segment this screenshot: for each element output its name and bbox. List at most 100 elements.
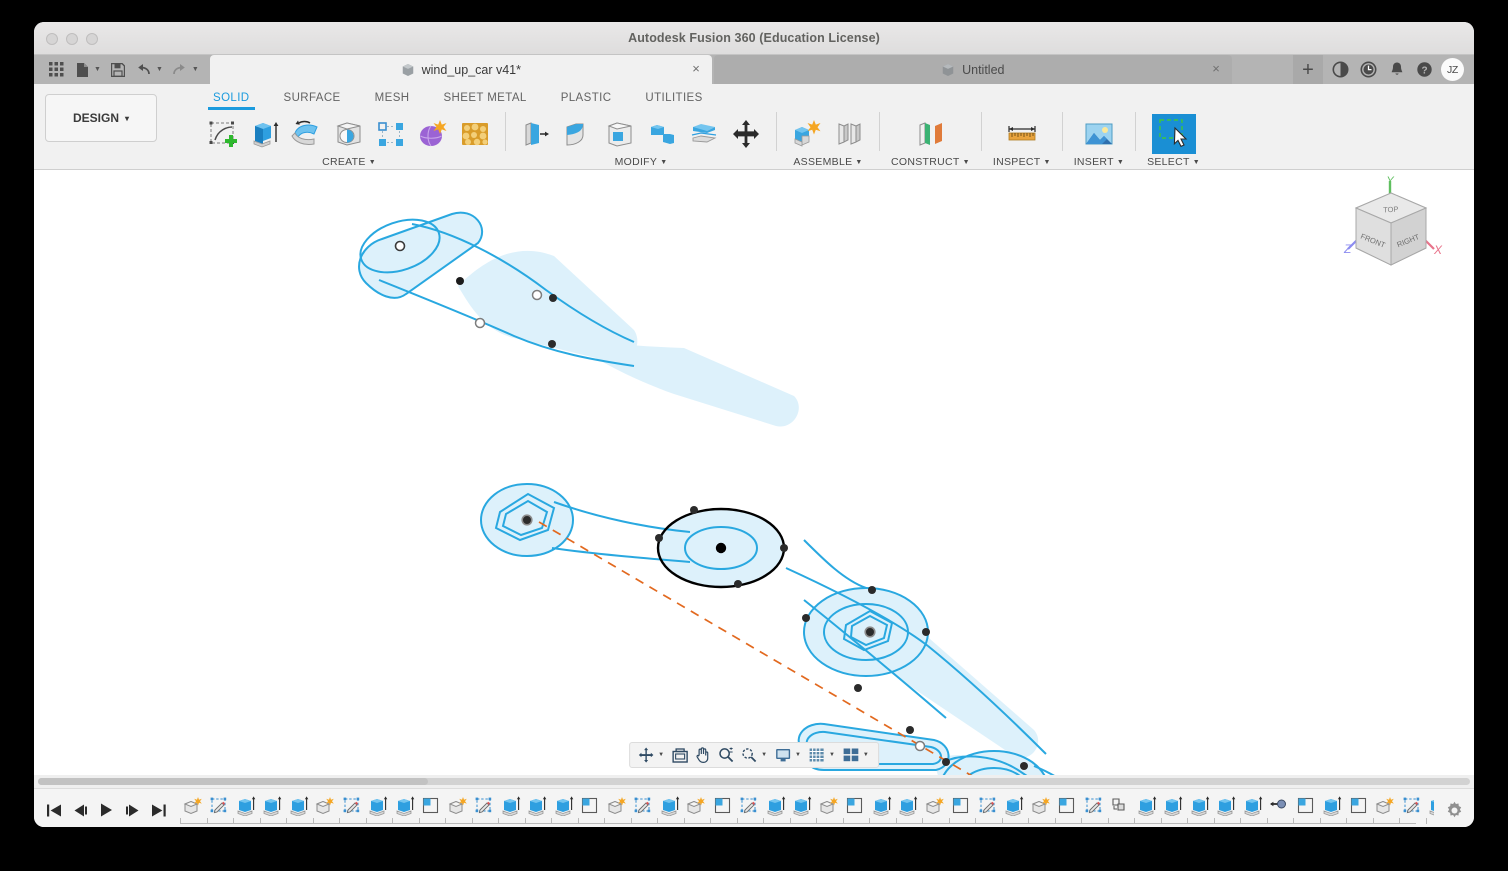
timeline-feature-extrude[interactable] (233, 790, 260, 820)
timeline-feature-joint[interactable] (1267, 790, 1294, 820)
fillet-icon[interactable] (559, 114, 597, 154)
new-tab-button[interactable]: + (1293, 55, 1323, 84)
redo-caret-icon[interactable]: ▼ (192, 66, 202, 73)
extrude-icon[interactable] (246, 114, 284, 154)
ribbon-tab-utilities[interactable]: UTILITIES (628, 84, 719, 110)
select-cursor-icon[interactable] (1151, 114, 1196, 154)
timeline-feature-sketch[interactable] (207, 790, 234, 820)
new-file-caret-icon[interactable]: ▼ (94, 66, 104, 73)
timeline-feature-new-component[interactable] (816, 790, 843, 820)
timeline-feature-combine[interactable] (1108, 790, 1135, 820)
pan-icon[interactable] (692, 744, 714, 766)
undo-icon[interactable] (132, 58, 156, 82)
viewports-caret-icon[interactable]: ▼ (863, 752, 873, 758)
timeline-feature-extrude[interactable] (896, 790, 923, 820)
zoom-icon[interactable] (715, 744, 737, 766)
timeline-feature-plane[interactable] (949, 790, 976, 820)
undo-caret-icon[interactable]: ▼ (156, 66, 166, 73)
timeline-feature-extrude[interactable] (1214, 790, 1241, 820)
timeline-horizontal-scrollbar[interactable] (34, 775, 1474, 788)
timeline-feature-new-component[interactable] (313, 790, 340, 820)
zoom-window-caret-icon[interactable]: ▼ (761, 752, 771, 758)
timeline-feature-extrude[interactable] (366, 790, 393, 820)
joint-icon[interactable] (830, 114, 868, 154)
display-settings-icon[interactable] (772, 744, 794, 766)
timeline-feature-sketch[interactable] (472, 790, 499, 820)
timeline-feature-new-component[interactable] (445, 790, 472, 820)
timeline-feature-extrude[interactable] (869, 790, 896, 820)
extensions-icon[interactable] (1329, 58, 1352, 81)
ribbon-group-label-create[interactable]: CREATE ▼ (322, 156, 376, 168)
timeline-feature-extrude[interactable] (551, 790, 578, 820)
timeline-feature-sketch[interactable] (1081, 790, 1108, 820)
go-to-beginning-icon[interactable] (46, 802, 62, 818)
hole-icon[interactable] (330, 114, 368, 154)
modeling-canvas[interactable]: Y Z X TOP FRONT RIGHT ▼ ▼ ▼ ▼ ▼ (34, 170, 1474, 775)
job-status-icon[interactable] (1357, 58, 1380, 81)
insert-image-icon[interactable] (1080, 114, 1118, 154)
timeline-feature-plane[interactable] (1293, 790, 1320, 820)
orbit-caret-icon[interactable]: ▼ (658, 752, 668, 758)
help-icon[interactable]: ? (1413, 58, 1436, 81)
mesh-icon[interactable] (456, 114, 494, 154)
timeline-feature-sketch[interactable] (975, 790, 1002, 820)
timeline-feature-extrude[interactable] (1002, 790, 1029, 820)
ribbon-tab-plastic[interactable]: PLASTIC (544, 84, 629, 110)
app-grid-icon[interactable] (44, 58, 68, 82)
close-tab-icon[interactable]: × (1212, 62, 1220, 75)
document-tab-untitled[interactable]: Untitled × (713, 55, 1232, 84)
timeline-feature-plane[interactable] (578, 790, 605, 820)
view-cube[interactable]: Y Z X TOP FRONT RIGHT (1338, 175, 1446, 280)
timeline-feature-plane[interactable] (1055, 790, 1082, 820)
timeline-feature-extrude[interactable] (525, 790, 552, 820)
new-component-icon[interactable] (788, 114, 826, 154)
timeline-feature-extrude[interactable] (763, 790, 790, 820)
step-back-icon[interactable] (72, 802, 88, 818)
save-icon[interactable] (106, 58, 130, 82)
timeline-feature-sketch[interactable] (631, 790, 658, 820)
timeline-feature-plane[interactable] (843, 790, 870, 820)
document-tab-wind-up-car[interactable]: wind_up_car v41* × (209, 55, 712, 84)
timeline-feature-sketch[interactable] (737, 790, 764, 820)
timeline-feature-extrude[interactable] (790, 790, 817, 820)
combine-icon[interactable] (643, 114, 681, 154)
timeline-feature-plane[interactable] (1346, 790, 1373, 820)
ribbon-group-label-inspect[interactable]: INSPECT ▼ (993, 156, 1051, 168)
workspace-selector-design[interactable]: DESIGN ▾ (45, 94, 157, 142)
pattern-icon[interactable] (372, 114, 410, 154)
timeline-feature-extrude[interactable] (1161, 790, 1188, 820)
ribbon-tab-sheet-metal[interactable]: SHEET METAL (426, 84, 543, 110)
timeline-feature-new-component[interactable] (180, 790, 207, 820)
viewports-icon[interactable] (840, 744, 862, 766)
ribbon-tab-surface[interactable]: SURFACE (267, 84, 358, 110)
shell-icon[interactable] (601, 114, 639, 154)
ribbon-tab-solid[interactable]: SOLID (196, 84, 267, 110)
timeline-feature-extrude[interactable] (498, 790, 525, 820)
ribbon-tab-mesh[interactable]: MESH (358, 84, 427, 110)
timeline-feature-extrude[interactable] (657, 790, 684, 820)
look-at-icon[interactable] (669, 744, 691, 766)
ribbon-group-label-modify[interactable]: MODIFY ▼ (615, 156, 668, 168)
play-icon[interactable] (98, 802, 114, 818)
timeline-feature-plane[interactable] (419, 790, 446, 820)
ribbon-group-label-insert[interactable]: INSERT ▼ (1074, 156, 1124, 168)
timeline-feature-new-component[interactable] (1028, 790, 1055, 820)
timeline-feature-strip[interactable] (180, 790, 1434, 827)
grid-snaps-icon[interactable] (806, 744, 828, 766)
new-file-icon[interactable] (70, 58, 94, 82)
timeline-feature-new-component[interactable] (1373, 790, 1400, 820)
timeline-feature-extrude[interactable] (260, 790, 287, 820)
timeline-feature-extrude[interactable] (392, 790, 419, 820)
revolve-icon[interactable] (288, 114, 326, 154)
go-to-end-icon[interactable] (150, 802, 166, 818)
ribbon-group-label-assemble[interactable]: ASSEMBLE ▼ (793, 156, 862, 168)
timeline-feature-plane[interactable] (710, 790, 737, 820)
notifications-icon[interactable] (1385, 58, 1408, 81)
ribbon-group-label-construct[interactable]: CONSTRUCT ▼ (891, 156, 970, 168)
redo-icon[interactable] (168, 58, 192, 82)
timeline-feature-extrude[interactable] (1187, 790, 1214, 820)
timeline-feature-new-component[interactable] (604, 790, 631, 820)
offset-plane-icon[interactable] (911, 114, 949, 154)
scrollbar-thumb[interactable] (38, 778, 428, 785)
timeline-feature-extrude[interactable] (286, 790, 313, 820)
